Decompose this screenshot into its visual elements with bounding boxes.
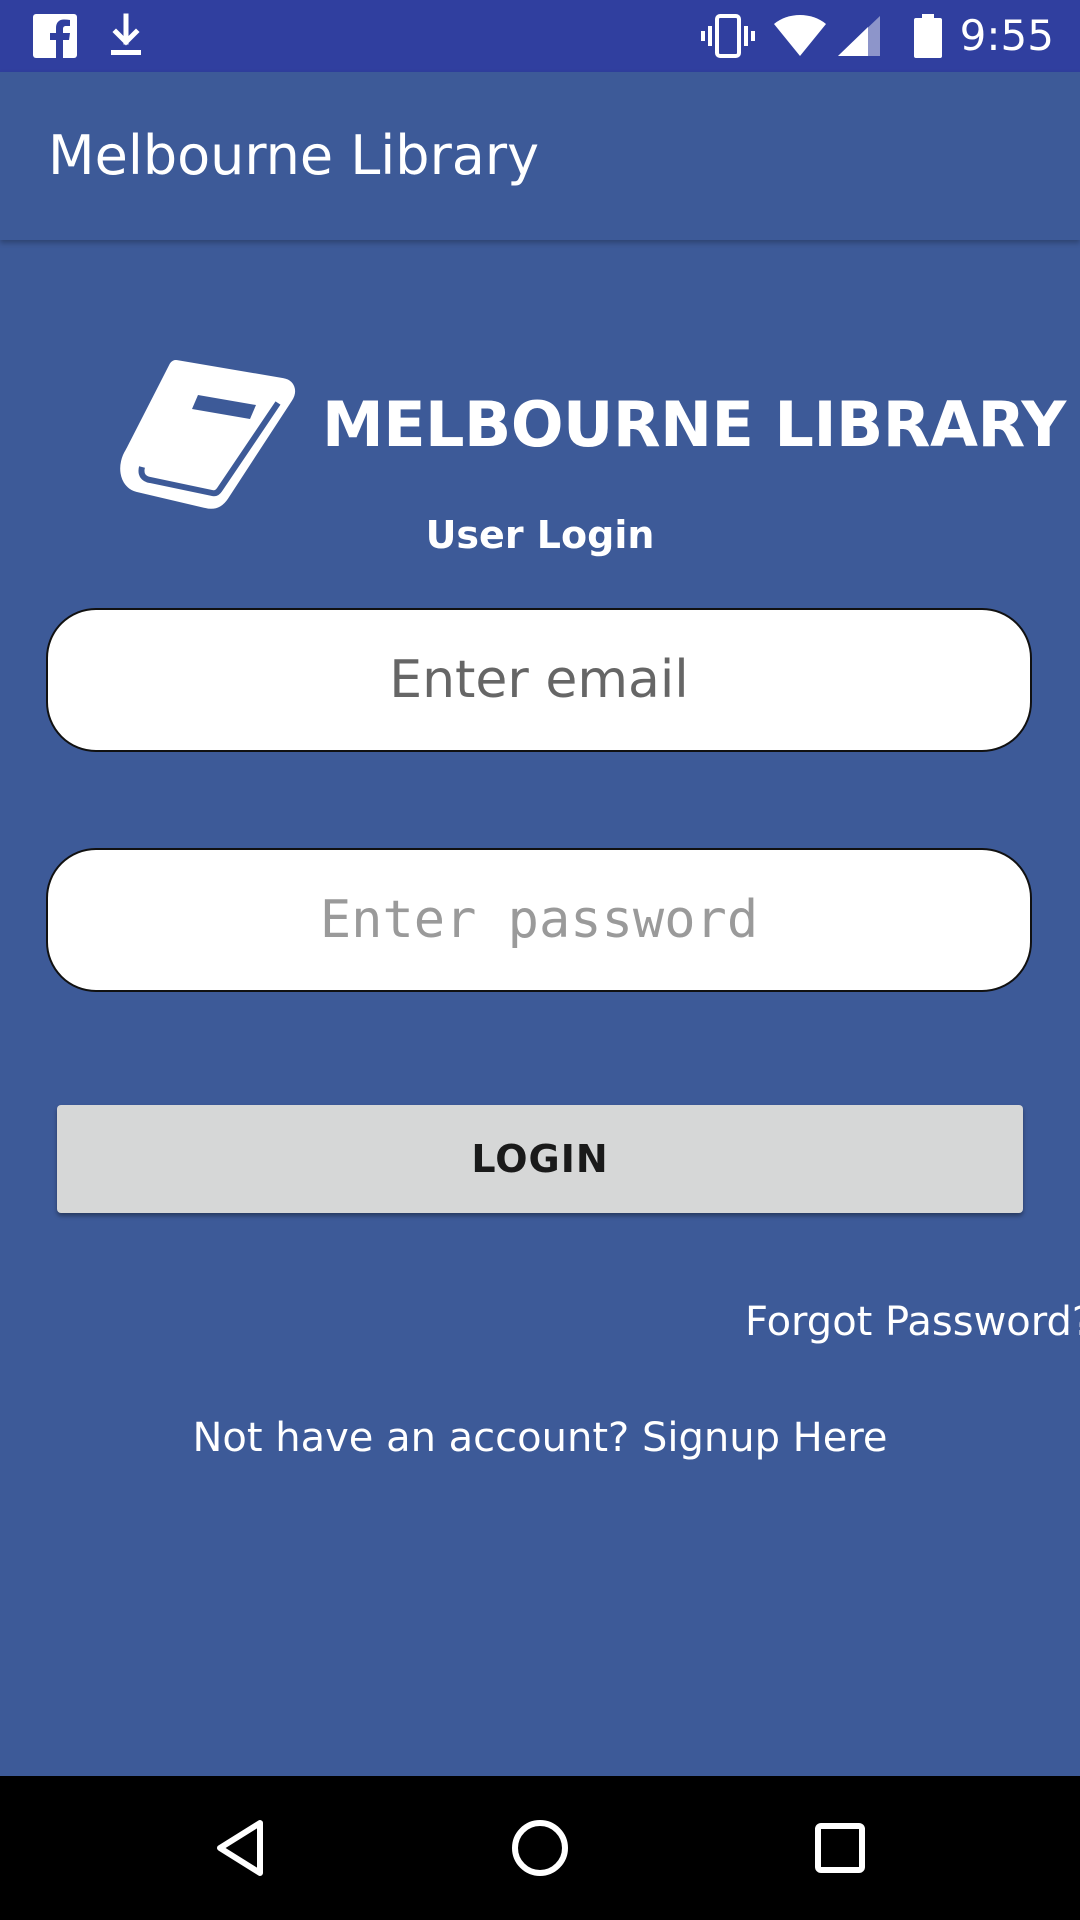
login-screen: 9:55 Melbourne Library MELBOURNE LIBRARY… — [0, 0, 1080, 1920]
forgot-password-link[interactable]: Forgot Password? — [745, 1294, 1080, 1350]
status-time: 9:55 — [959, 11, 1054, 60]
email-field-container — [46, 608, 1032, 752]
facebook-icon — [33, 14, 77, 58]
vibrate-icon — [701, 14, 755, 58]
email-field[interactable] — [48, 610, 1030, 750]
status-bar: 9:55 — [0, 0, 1080, 72]
wifi-icon — [774, 15, 826, 56]
app-title: Melbourne Library — [48, 124, 540, 187]
login-button[interactable]: LOGIN — [57, 1105, 1023, 1213]
download-icon — [111, 13, 141, 55]
login-subtitle: User Login — [425, 513, 655, 557]
nav-bar — [0, 1776, 1080, 1920]
app-bar: Melbourne Library — [0, 72, 1080, 240]
signal-icon — [838, 16, 880, 56]
home-icon[interactable] — [505, 1813, 575, 1883]
signup-link[interactable]: Not have an account? Signup Here — [0, 1410, 1080, 1466]
password-field-container — [46, 848, 1032, 992]
password-field[interactable] — [48, 850, 1030, 990]
back-icon[interactable] — [206, 1813, 276, 1883]
battery-icon — [914, 14, 942, 58]
recents-icon[interactable] — [805, 1813, 875, 1883]
brand-title: MELBOURNE LIBRARY — [322, 388, 1066, 461]
book-icon — [120, 360, 296, 509]
